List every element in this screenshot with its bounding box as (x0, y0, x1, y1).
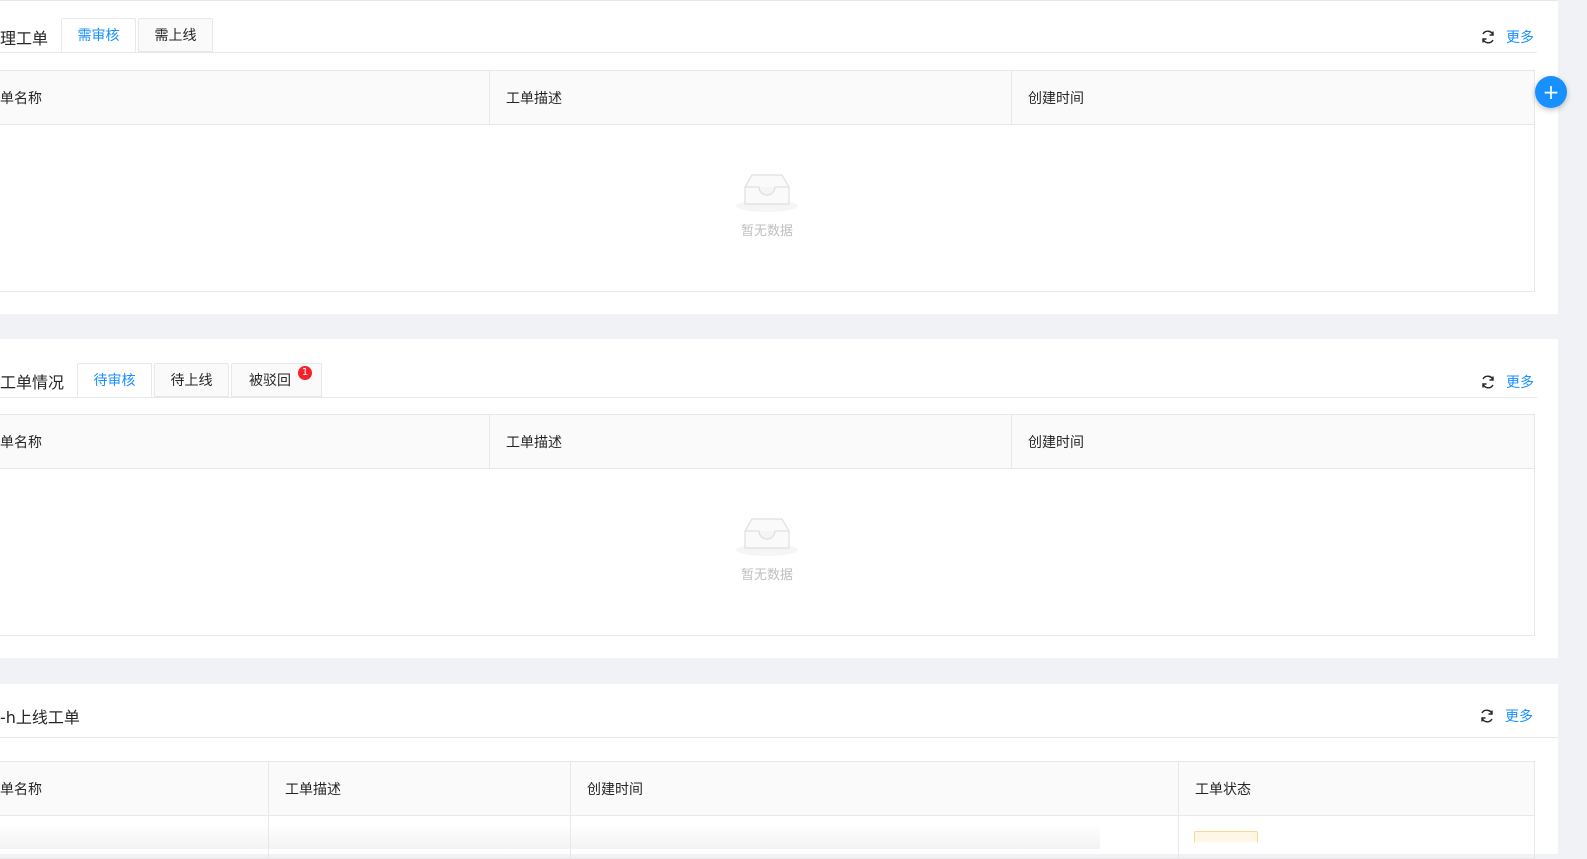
bottom-fade (0, 824, 1100, 849)
status-tag (1194, 831, 1258, 842)
card-extra: 更多 (1480, 27, 1534, 47)
more-link[interactable]: 更多 (1505, 706, 1533, 726)
tab-divider (0, 397, 1537, 398)
tab-pending-online[interactable]: 待上线 (154, 363, 229, 397)
column-header-description: 工单描述 (489, 414, 1012, 469)
column-header-name: 单名称 (0, 414, 490, 469)
pending-tickets-card: 理工单 需审核 需上线 更多 单名称 工单描述 创建时间 暂无数据 + (0, 0, 1567, 314)
column-header-description: 工单描述 (489, 70, 1012, 125)
card-extra: 更多 (1480, 372, 1534, 392)
tab-divider (0, 52, 1537, 53)
card-title: 理工单 (0, 29, 49, 48)
card-title: -h上线工单 (0, 708, 80, 727)
tickets-table: 单名称 工单描述 创建时间 暂无数据 (0, 70, 1535, 292)
table-header-row: 单名称 工单描述 创建时间 (0, 414, 1535, 469)
add-button[interactable]: + (1535, 76, 1567, 108)
empty-inbox-icon (736, 174, 798, 212)
tickets-table: 单名称 工单描述 创建时间 暂无数据 (0, 414, 1535, 636)
table-header-row: 单名称 工单描述 创建时间 工单状态 (0, 761, 1535, 816)
header-divider (0, 737, 1558, 738)
column-header-name: 单名称 (0, 70, 490, 125)
table-header-row: 单名称 工单描述 创建时间 (0, 70, 1535, 125)
column-header-status: 工单状态 (1178, 761, 1535, 816)
ticket-status-card: 工单情况 待审核 待上线 被驳回 1 更多 单名称 工单描述 创建时间 暂无数据 (0, 339, 1558, 658)
empty-state: 暂无数据 (0, 468, 1535, 636)
empty-inbox-icon (736, 518, 798, 556)
refresh-icon[interactable] (1480, 29, 1496, 45)
tab-need-online[interactable]: 需上线 (138, 18, 213, 52)
column-header-description: 工单描述 (268, 761, 571, 816)
rejected-count-badge: 1 (298, 366, 312, 380)
card-extra: 更多 (1479, 706, 1533, 726)
column-header-created: 创建时间 (1011, 70, 1535, 125)
more-link[interactable]: 更多 (1506, 27, 1534, 47)
refresh-icon[interactable] (1479, 708, 1495, 724)
tab-pending-review[interactable]: 待审核 (77, 363, 152, 397)
empty-text: 暂无数据 (740, 568, 793, 583)
column-header-created: 创建时间 (1011, 414, 1535, 469)
empty-state: 暂无数据 (0, 124, 1535, 292)
empty-text: 暂无数据 (740, 224, 793, 239)
column-header-created: 创建时间 (570, 761, 1179, 816)
refresh-icon[interactable] (1480, 374, 1496, 390)
tab-rejected-label: 被驳回 (249, 373, 291, 389)
column-header-name: 单名称 (0, 761, 269, 816)
card-title: 工单情况 (0, 373, 65, 392)
tab-need-review[interactable]: 需审核 (61, 18, 136, 52)
more-link[interactable]: 更多 (1506, 372, 1534, 392)
